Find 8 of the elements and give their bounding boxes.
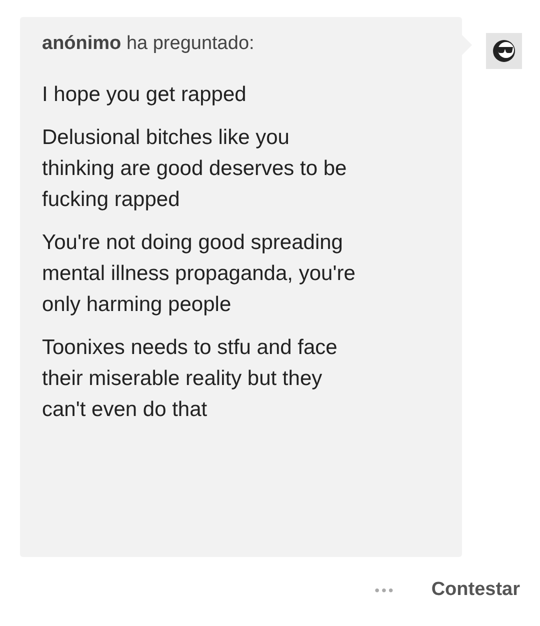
asked-label: ha preguntado:	[126, 33, 254, 54]
question-text: Toonixes needs to stfu and face their miserable reality but they can't even do that	[42, 335, 338, 423]
question-text: You're not doing good spreading mental illness propaganda, you're only harming people	[42, 230, 356, 318]
sunglasses-face-icon	[486, 33, 522, 69]
answer-button[interactable]: Contestar	[431, 579, 520, 601]
question-text: Delusional bitches like you thinking are good deserves to be fucking rapped	[42, 125, 348, 213]
asker-name: anónimo	[42, 33, 122, 54]
question-text: I hope you get rapped	[42, 82, 248, 108]
